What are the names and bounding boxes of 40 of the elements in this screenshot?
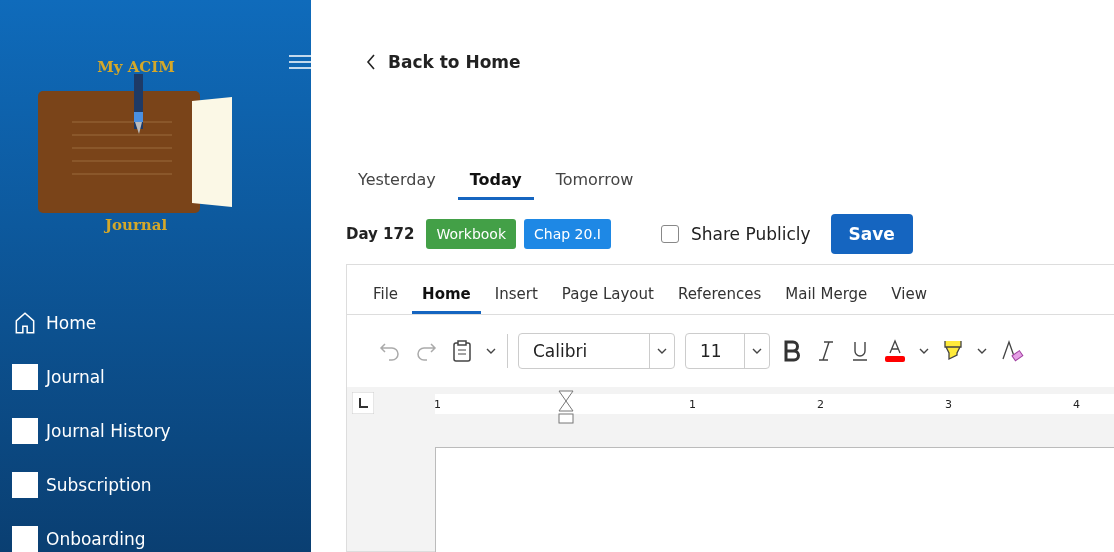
day-tab[interactable]: Today <box>457 162 534 200</box>
tab-stop-icon[interactable] <box>352 392 374 414</box>
day-tab[interactable]: Tomorrow <box>543 162 646 200</box>
tag: Chap 20.I <box>524 219 611 249</box>
share-label: Share Publicly <box>691 224 811 244</box>
logo-title: My ACIM <box>97 58 175 76</box>
sidebar-item[interactable]: Subscription <box>12 472 311 498</box>
font-select[interactable]: Calibri <box>518 333 675 369</box>
blank-icon <box>12 418 38 444</box>
ribbon-tab[interactable]: File <box>363 277 409 314</box>
ribbon-tab[interactable]: View <box>881 277 937 314</box>
blank-icon <box>12 472 38 498</box>
ribbon-tab[interactable]: Insert <box>484 277 548 314</box>
size-select[interactable]: 11 <box>685 333 770 369</box>
ruler-number: 4 <box>1073 397 1080 411</box>
logo-subtitle: Journal <box>104 216 168 234</box>
day-label: Day 172 <box>346 225 415 243</box>
ruler-number: 3 <box>945 397 952 411</box>
save-button[interactable]: Save <box>830 214 913 254</box>
sidebar-item[interactable]: Onboarding <box>12 526 311 552</box>
day-tab[interactable]: Yesterday <box>346 162 448 200</box>
indent-marker-icon[interactable] <box>557 390 575 426</box>
ruler-number: 1 <box>434 397 441 411</box>
sidebar-item[interactable]: Home <box>12 310 311 336</box>
tag: Workbook <box>426 219 516 249</box>
ribbon-tab[interactable]: Page Layout <box>551 277 664 314</box>
back-link[interactable]: Back to Home <box>366 52 1114 72</box>
sidebar-item[interactable]: Journal <box>12 364 311 390</box>
chevron-left-icon <box>366 54 376 70</box>
sidebar-item[interactable]: Journal History <box>12 418 311 444</box>
ribbon-tab[interactable]: Home <box>412 277 481 314</box>
font-color-icon[interactable] <box>882 337 908 365</box>
ruler-number: 1 <box>689 397 696 411</box>
ribbon-tab[interactable]: Mail Merge <box>775 277 878 314</box>
blank-icon <box>12 526 38 552</box>
ribbon-tab[interactable]: References <box>667 277 772 314</box>
blank-icon <box>12 364 38 390</box>
ruler-number: 2 <box>817 397 824 411</box>
menu-icon[interactable] <box>289 54 311 70</box>
share-checkbox[interactable] <box>661 225 679 243</box>
